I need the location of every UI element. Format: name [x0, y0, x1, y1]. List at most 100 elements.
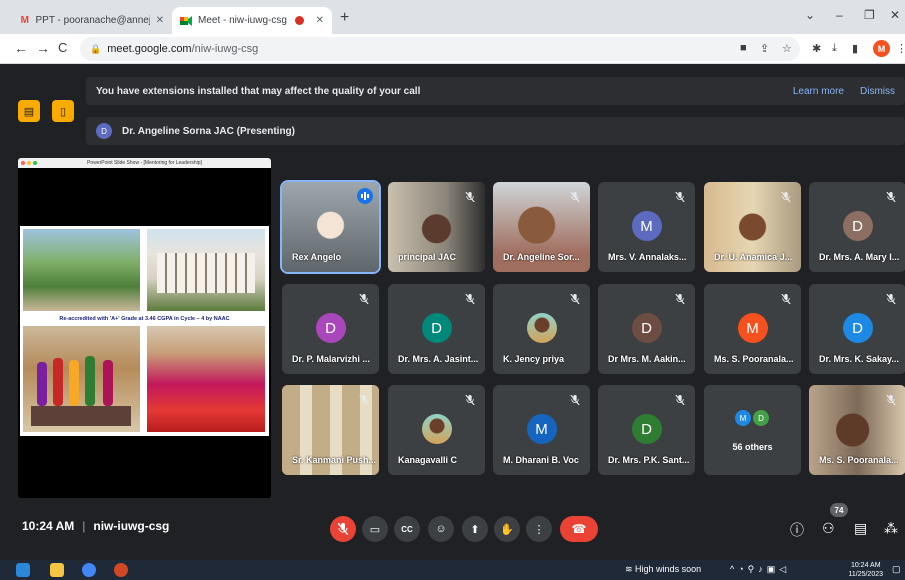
- lock-icon: 🔒: [90, 43, 102, 54]
- download-icon[interactable]: ⤓: [832, 42, 837, 55]
- address-bar[interactable]: 🔒 meet.google.com/niw-iuwg-csg: [80, 37, 800, 61]
- menu-icon[interactable]: ⋮: [896, 42, 905, 55]
- captions-button[interactable]: CC: [394, 516, 420, 542]
- close-tab-icon[interactable]: ✕: [150, 15, 164, 26]
- slide-caption: Re-accredited with 'A+' Grade at 3.46 CG…: [59, 316, 230, 322]
- meeting-code[interactable]: niw-iuwg-csg: [93, 519, 169, 533]
- participant-avatar: D: [631, 313, 662, 343]
- emoji-button[interactable]: ☺: [428, 516, 454, 542]
- forward-icon[interactable]: →: [36, 40, 50, 56]
- people-icon[interactable]: ⚇: [822, 520, 835, 537]
- more-options-button[interactable]: ⋮: [526, 516, 552, 542]
- participant-tile[interactable]: principal JAC: [388, 182, 485, 272]
- participant-tile[interactable]: Dr. U. Anamica J...: [704, 182, 801, 272]
- participant-tile[interactable]: D Dr Mrs. M. Aakin...: [598, 284, 695, 374]
- people-count-badge: 74: [830, 503, 848, 517]
- raise-hand-button[interactable]: ✋: [494, 516, 520, 542]
- muted-mic-icon: [884, 393, 898, 407]
- share-icon[interactable]: ⇪: [760, 42, 769, 55]
- hand-icon: ✋: [500, 523, 514, 536]
- participant-tile[interactable]: D Dr. Mrs. A. Jasint...: [388, 284, 485, 374]
- sidepanel-icon[interactable]: ▮: [852, 42, 858, 55]
- presenting-label: Dr. Angeline Sorna JAC (Presenting): [122, 125, 295, 137]
- participant-tile[interactable]: M Mrs. V. Annalaks...: [598, 182, 695, 272]
- speaking-indicator-icon: [357, 188, 373, 204]
- profile-avatar[interactable]: M: [873, 40, 890, 57]
- learn-more-link[interactable]: Learn more: [793, 86, 844, 97]
- tab-meet[interactable]: Meet - niw-iuwg-csg ✕: [172, 7, 332, 34]
- restore-button[interactable]: ❐: [864, 8, 875, 22]
- leave-call-button[interactable]: ☎: [560, 516, 598, 542]
- present-button[interactable]: ⬆: [462, 516, 488, 542]
- meet-icon: [180, 15, 192, 27]
- mic-off-button[interactable]: [330, 516, 356, 542]
- participant-avatar: [421, 414, 452, 444]
- tab-title: PPT - pooranache@annejac.ac.i: [35, 15, 149, 26]
- slides-icon[interactable]: ▤: [18, 100, 40, 122]
- participant-tile[interactable]: Sr. Kanmani Push...: [282, 385, 379, 475]
- participant-avatar: M: [631, 211, 662, 241]
- participant-tile[interactable]: M Ms. S. Pooranala...: [704, 284, 801, 374]
- auditorium-photo: [147, 326, 265, 432]
- muted-mic-icon: [779, 190, 793, 204]
- participant-name: Dr Mrs. M. Aakin...: [608, 354, 686, 364]
- participant-name: Ms. S. Pooranala...: [714, 354, 794, 364]
- close-tab-icon[interactable]: ✕: [310, 15, 324, 26]
- muted-mic-icon: [357, 393, 371, 407]
- participant-tile[interactable]: M D 56 others: [704, 385, 801, 475]
- participant-avatar: D: [842, 313, 873, 343]
- tab-search-icon[interactable]: ⌄: [805, 8, 815, 22]
- taskbar-clock[interactable]: 10:24 AM 11/25/2023: [848, 561, 883, 579]
- participant-name: K. Jency priya: [503, 354, 565, 364]
- file-explorer-icon[interactable]: [50, 563, 64, 577]
- participant-name: Dr. Mrs. A. Jasint...: [398, 354, 479, 364]
- hang-up-icon: ☎: [571, 522, 587, 536]
- campus-aerial-photo: [23, 229, 140, 311]
- chrome-icon[interactable]: [82, 563, 96, 577]
- weather-widget[interactable]: ≋ High winds soon: [625, 564, 701, 575]
- powerpoint-icon[interactable]: [114, 563, 128, 577]
- muted-mic-icon: [357, 292, 371, 306]
- more-icon: ⋮: [533, 523, 545, 536]
- participant-tile[interactable]: Ms. S. Pooranala...: [809, 385, 905, 475]
- taskbar-time: 10:24 AM: [850, 562, 881, 569]
- participant-tile[interactable]: K. Jency priya: [493, 284, 590, 374]
- windows-start-icon[interactable]: [16, 563, 30, 577]
- activities-icon[interactable]: ⁂: [884, 520, 898, 537]
- system-tray-icons[interactable]: ^◔⚲♪▣◁: [730, 564, 790, 575]
- emoji-icon: ☺: [435, 523, 447, 535]
- dismiss-button[interactable]: Dismiss: [860, 86, 895, 97]
- muted-mic-icon: [568, 190, 582, 204]
- muted-mic-icon: [884, 292, 898, 306]
- participant-tile[interactable]: D Dr. P. Malarvizhi ...: [282, 284, 379, 374]
- banner-text: You have extensions installed that may a…: [96, 85, 421, 97]
- camera-button[interactable]: ▭: [362, 516, 388, 542]
- muted-mic-icon: [463, 190, 477, 204]
- participant-tile[interactable]: Kanagavalli C: [388, 385, 485, 475]
- college-building-photo: [147, 229, 265, 311]
- participant-name: Ms. S. Pooranala...: [819, 455, 899, 465]
- camera-indicator-icon[interactable]: ■: [740, 42, 747, 54]
- new-tab-button[interactable]: +: [340, 9, 349, 27]
- presentation-view[interactable]: PowerPoint Slide Show - [Mentoring for L…: [18, 158, 271, 498]
- minimize-button[interactable]: –: [836, 8, 843, 22]
- info-icon[interactable]: ⓘ: [790, 520, 804, 540]
- reload-icon[interactable]: C: [58, 40, 67, 55]
- participant-avatar: D: [842, 211, 873, 241]
- door-icon[interactable]: ▯: [52, 100, 74, 122]
- participant-tile[interactable]: Rex Angelo: [280, 180, 381, 274]
- participant-tile[interactable]: D Dr. Mrs. P.K. Sant...: [598, 385, 695, 475]
- back-icon[interactable]: ←: [14, 40, 28, 56]
- extensions-icon[interactable]: ✱: [812, 42, 821, 55]
- participant-name: M. Dharani B. Voc: [503, 455, 579, 465]
- close-window-button[interactable]: ✕: [890, 8, 900, 22]
- participant-tile[interactable]: Dr. Angeline Sor...: [493, 182, 590, 272]
- participant-tile[interactable]: D Dr. Mrs. A. Mary I...: [809, 182, 905, 272]
- tab-ppt[interactable]: M PPT - pooranache@annejac.ac.i ✕: [12, 7, 172, 34]
- participant-tile[interactable]: D Dr. Mrs. K. Sakay...: [809, 284, 905, 374]
- participant-avatar: D: [315, 313, 346, 343]
- chat-icon[interactable]: ▤: [854, 520, 867, 537]
- notifications-icon[interactable]: ▢: [892, 564, 901, 575]
- participant-tile[interactable]: M M. Dharani B. Voc: [493, 385, 590, 475]
- bookmark-star-icon[interactable]: ☆: [782, 42, 792, 55]
